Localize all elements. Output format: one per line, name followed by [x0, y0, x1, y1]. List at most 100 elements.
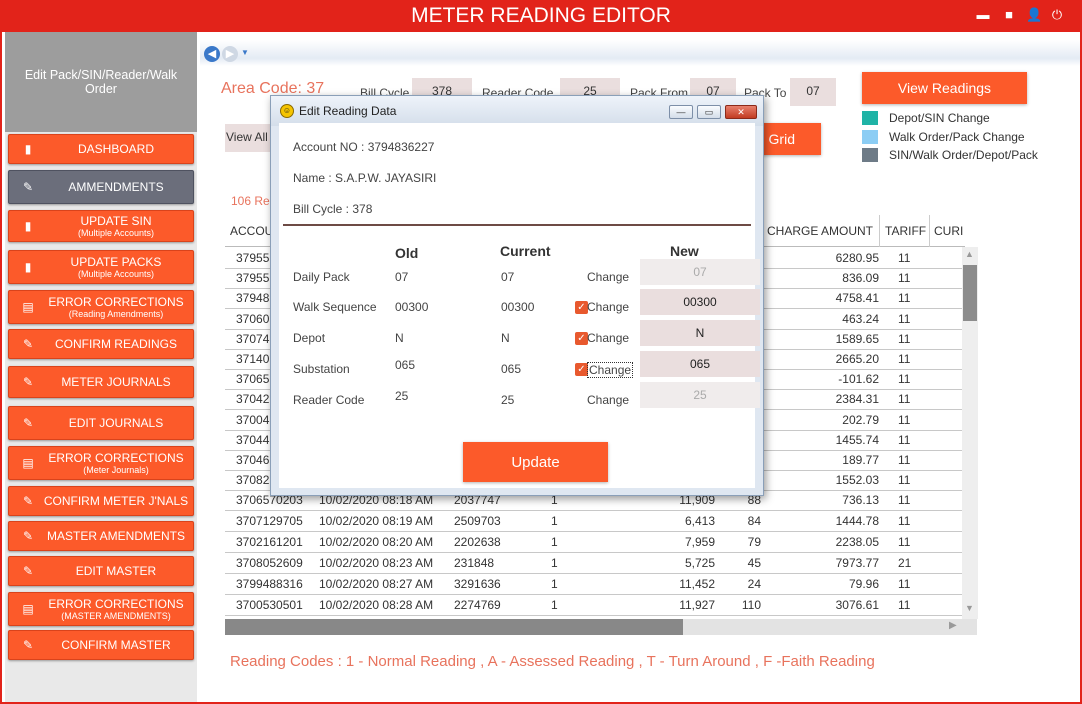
- scroll-thumb[interactable]: [963, 265, 977, 321]
- cell-reading-code: 1: [551, 514, 558, 529]
- field-new-input[interactable]: 00300: [640, 289, 760, 315]
- cell-number: 3291636: [454, 577, 501, 591]
- cell-charge-amount: 1455.74: [835, 432, 879, 447]
- sidebar-item-error-corrections[interactable]: ▤ ERROR CORRECTIONS (MASTER AMENDMENTS): [8, 592, 194, 626]
- legend-label: Depot/SIN Change: [889, 111, 990, 125]
- scroll-thumb[interactable]: [225, 619, 683, 635]
- table-row[interactable]: 3700530501 10/02/2020 08:28 AM 2274769 1 11,…: [225, 595, 963, 616]
- cell-charge-amount: 463.24: [842, 311, 879, 326]
- chevron-down-icon[interactable]: ▼: [241, 48, 249, 57]
- dialog-body: Account NO : 3794836227 Name : S.A.P.W. …: [279, 123, 760, 488]
- cell-date: 10/02/2020 08:20 AM: [319, 535, 434, 550]
- field-new-input[interactable]: N: [640, 320, 760, 346]
- table-row[interactable]: 3707129705 10/02/2020 08:19 AM 2509703 1 6,4…: [225, 511, 963, 533]
- col-old-header: Old: [395, 245, 419, 261]
- cell-tariff: 11: [898, 271, 911, 286]
- field-new-input[interactable]: 065: [640, 351, 760, 377]
- col-account[interactable]: ACCOU: [230, 224, 273, 238]
- horizontal-scrollbar[interactable]: ◀ ▶: [225, 619, 977, 635]
- sidebar-item-ammendments[interactable]: ✎ AMMENDMENTS: [8, 170, 194, 204]
- cell-tariff: 11: [898, 412, 911, 427]
- table-row[interactable]: 3799488316 10/02/2020 08:27 AM 3291636 1 11,…: [225, 574, 963, 595]
- view-all-button[interactable]: View All: [225, 124, 273, 152]
- sidebar-item-edit-journals[interactable]: ✎ EDIT JOURNALS: [8, 406, 194, 440]
- update-button[interactable]: Update: [463, 442, 608, 482]
- nav-strip: [200, 40, 1080, 66]
- sidebar-item-confirm-meter-j-nals[interactable]: ✎ CONFIRM METER J'NALS: [8, 486, 194, 516]
- list-icon: ▤: [22, 300, 34, 314]
- field-current-value: 07: [501, 270, 515, 284]
- field-new-input[interactable]: 25: [640, 382, 760, 408]
- cell-charge-amount: 6280.95: [835, 251, 879, 265]
- sidebar-item-title: CONFIRM READINGS: [54, 336, 177, 351]
- maximize-icon[interactable]: ■: [1002, 8, 1016, 22]
- minimize-icon[interactable]: ▬: [976, 8, 990, 22]
- col-current[interactable]: CURI: [934, 224, 963, 238]
- change-label[interactable]: Change: [587, 362, 634, 378]
- field-new-input[interactable]: 07: [640, 259, 760, 285]
- cell-date: 10/02/2020 08:28 AM: [319, 597, 434, 612]
- sidebar-item-title: CONFIRM METER J'NALS: [43, 493, 189, 508]
- scroll-up-icon[interactable]: ▲: [965, 249, 974, 259]
- change-label[interactable]: Change: [587, 393, 629, 407]
- sidebar-item-title: EDIT MASTER: [75, 563, 157, 578]
- change-label[interactable]: Change: [587, 270, 629, 284]
- sidebar-item-confirm-master[interactable]: ✎ CONFIRM MASTER: [8, 630, 194, 660]
- sidebar-item-label: DASHBOARD: [39, 142, 193, 156]
- view-readings-button[interactable]: View Readings: [862, 72, 1027, 104]
- sidebar-item-meter-journals[interactable]: ✎ METER JOURNALS: [8, 366, 194, 398]
- col-tariff[interactable]: TARIFF: [885, 224, 926, 238]
- col-charge-amount[interactable]: CHARGE AMOUNT: [767, 224, 873, 238]
- change-label[interactable]: Change: [587, 331, 629, 345]
- forward-arrow-icon[interactable]: ▶: [222, 46, 238, 62]
- cell-reading: 6,413: [684, 514, 715, 529]
- document-icon: ▮: [24, 142, 32, 156]
- sidebar-item-title: AMMENDMENTS: [68, 179, 164, 194]
- customer-name: Name : S.A.P.W. JAYASIRI: [293, 171, 437, 185]
- sidebar-item-label: MASTER AMENDMENTS: [39, 528, 193, 543]
- cell-account: 37082: [236, 473, 270, 488]
- sidebar-item-label: CONFIRM METER J'NALS: [39, 493, 193, 508]
- sidebar-item-update-packs[interactable]: ▮ UPDATE PACKS (Multiple Accounts): [8, 250, 194, 284]
- cell-tariff: 11: [898, 432, 911, 447]
- field-old-value: N: [395, 331, 404, 345]
- sidebar-item-error-corrections[interactable]: ▤ ERROR CORRECTIONS (Meter Journals): [8, 446, 194, 480]
- power-icon[interactable]: ⏻: [1050, 8, 1064, 22]
- legend-item: Depot/SIN Change: [862, 111, 990, 125]
- table-row[interactable]: 3708052609 10/02/2020 08:23 AM 231848 1 5,72…: [225, 553, 963, 575]
- cell-charge-amount: 79.96: [848, 577, 879, 591]
- sidebar-item-edit-master[interactable]: ✎ EDIT MASTER: [8, 556, 194, 586]
- field-current-value: 00300: [501, 300, 535, 314]
- cell-account: 3702161201: [236, 535, 303, 550]
- cell-charge-amount: 3076.61: [835, 597, 879, 612]
- cell-charge-amount: 202.79: [842, 412, 879, 427]
- sidebar-item-confirm-readings[interactable]: ✎ CONFIRM READINGS: [8, 329, 194, 359]
- cell-charge-amount: 2665.20: [835, 352, 879, 366]
- sidebar-item-subtitle: (Multiple Accounts): [77, 227, 155, 238]
- pack-to-field[interactable]: 07: [790, 78, 836, 106]
- scroll-right-icon[interactable]: ▶: [949, 620, 957, 631]
- sidebar-item-title: MASTER AMENDMENTS: [46, 528, 185, 543]
- change-label[interactable]: Change: [587, 300, 629, 314]
- sidebar-header: Edit Pack/SIN/Reader/Walk Order: [5, 32, 197, 132]
- title-bar: METER READING EDITOR: [0, 0, 1082, 32]
- scroll-down-icon[interactable]: ▼: [965, 603, 974, 613]
- user-icon[interactable]: 👤: [1026, 8, 1042, 22]
- table-row[interactable]: 3702161201 10/02/2020 08:20 AM 2202638 1 7,9…: [225, 532, 963, 554]
- sidebar-item-dashboard[interactable]: ▮ DASHBOARD: [8, 134, 194, 164]
- cell-date: 10/02/2020 08:27 AM: [319, 577, 434, 591]
- dialog-close-icon[interactable]: ✕: [725, 105, 757, 119]
- cell-units: 84: [747, 514, 761, 529]
- cell-tariff: 11: [898, 535, 911, 550]
- field-label: Walk Sequence: [293, 300, 377, 314]
- sidebar-item-update-sin[interactable]: ▮ UPDATE SIN (Multiple Accounts): [8, 210, 194, 242]
- cell-account: 3799488316: [236, 577, 303, 591]
- back-arrow-icon[interactable]: ◀: [204, 46, 220, 62]
- list-icon: ▤: [22, 456, 34, 470]
- dialog-minimize-icon[interactable]: —: [669, 105, 693, 119]
- vertical-scrollbar[interactable]: ▲ ▼: [962, 247, 978, 619]
- sidebar-item-master-amendments[interactable]: ✎ MASTER AMENDMENTS: [8, 521, 194, 551]
- cell-charge-amount: 189.77: [842, 453, 879, 467]
- dialog-maximize-icon[interactable]: ▭: [697, 105, 721, 119]
- sidebar-item-error-corrections[interactable]: ▤ ERROR CORRECTIONS (Reading Amendments): [8, 290, 194, 324]
